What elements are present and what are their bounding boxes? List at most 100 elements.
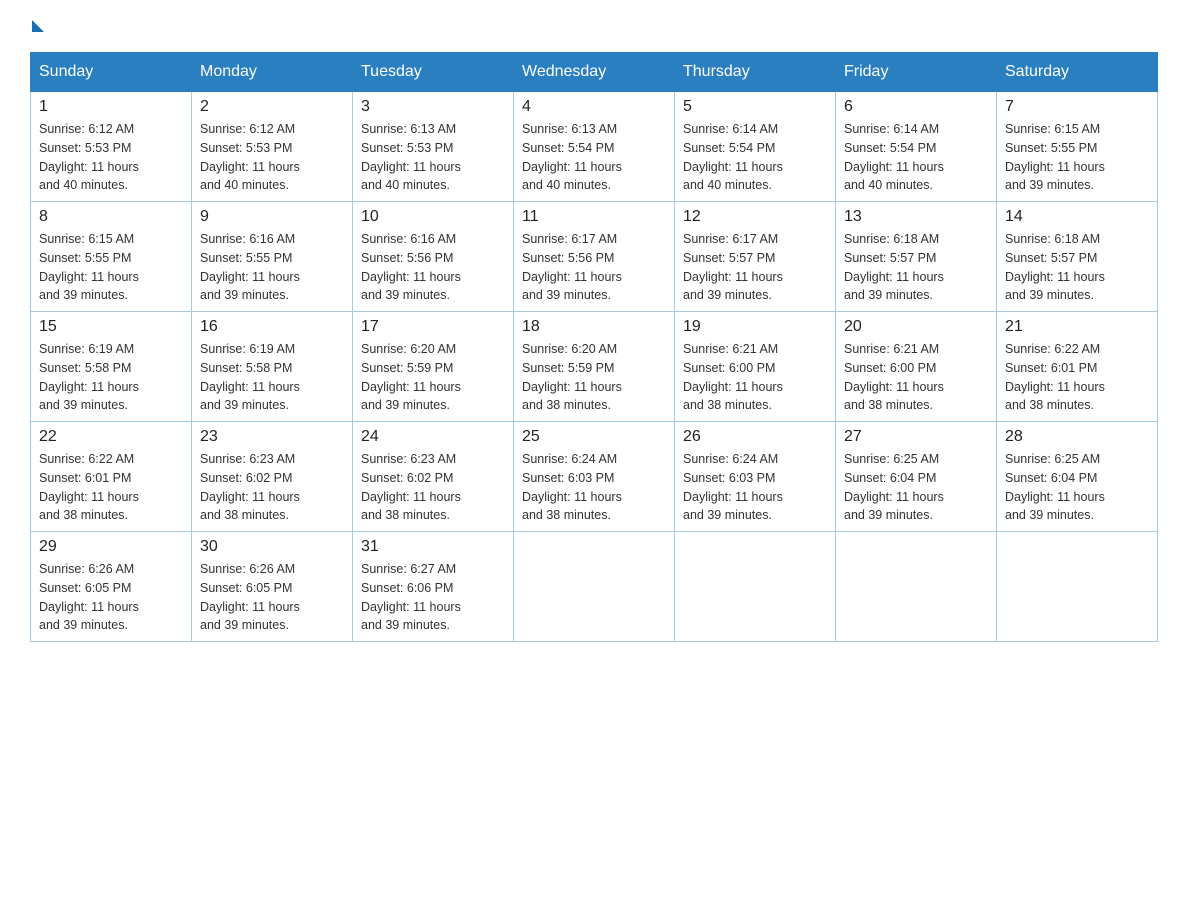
day-number: 22: [39, 428, 183, 446]
day-info: Sunrise: 6:23 AMSunset: 6:02 PMDaylight:…: [361, 450, 505, 525]
day-number: 31: [361, 538, 505, 556]
weekday-header-row: SundayMondayTuesdayWednesdayThursdayFrid…: [31, 53, 1158, 92]
calendar-cell: 28 Sunrise: 6:25 AMSunset: 6:04 PMDaylig…: [997, 422, 1158, 532]
calendar-cell: 17 Sunrise: 6:20 AMSunset: 5:59 PMDaylig…: [353, 312, 514, 422]
calendar-cell: 9 Sunrise: 6:16 AMSunset: 5:55 PMDayligh…: [192, 202, 353, 312]
calendar-cell: 27 Sunrise: 6:25 AMSunset: 6:04 PMDaylig…: [836, 422, 997, 532]
calendar-cell: 13 Sunrise: 6:18 AMSunset: 5:57 PMDaylig…: [836, 202, 997, 312]
calendar-cell: 24 Sunrise: 6:23 AMSunset: 6:02 PMDaylig…: [353, 422, 514, 532]
day-number: 26: [683, 428, 827, 446]
day-info: Sunrise: 6:24 AMSunset: 6:03 PMDaylight:…: [683, 450, 827, 525]
logo: [30, 20, 46, 32]
day-number: 9: [200, 208, 344, 226]
day-number: 21: [1005, 318, 1149, 336]
calendar-cell: 12 Sunrise: 6:17 AMSunset: 5:57 PMDaylig…: [675, 202, 836, 312]
day-info: Sunrise: 6:19 AMSunset: 5:58 PMDaylight:…: [200, 340, 344, 415]
calendar-cell: [997, 532, 1158, 642]
day-info: Sunrise: 6:22 AMSunset: 6:01 PMDaylight:…: [39, 450, 183, 525]
calendar-cell: 19 Sunrise: 6:21 AMSunset: 6:00 PMDaylig…: [675, 312, 836, 422]
day-number: 16: [200, 318, 344, 336]
calendar-week-row: 1 Sunrise: 6:12 AMSunset: 5:53 PMDayligh…: [31, 92, 1158, 202]
day-number: 17: [361, 318, 505, 336]
weekday-header-monday: Monday: [192, 53, 353, 92]
day-number: 1: [39, 98, 183, 116]
calendar-cell: 25 Sunrise: 6:24 AMSunset: 6:03 PMDaylig…: [514, 422, 675, 532]
calendar-cell: 3 Sunrise: 6:13 AMSunset: 5:53 PMDayligh…: [353, 92, 514, 202]
page-header: [30, 20, 1158, 32]
day-number: 29: [39, 538, 183, 556]
calendar-cell: 6 Sunrise: 6:14 AMSunset: 5:54 PMDayligh…: [836, 92, 997, 202]
day-number: 19: [683, 318, 827, 336]
day-number: 23: [200, 428, 344, 446]
calendar-cell: [514, 532, 675, 642]
day-info: Sunrise: 6:20 AMSunset: 5:59 PMDaylight:…: [522, 340, 666, 415]
day-info: Sunrise: 6:14 AMSunset: 5:54 PMDaylight:…: [844, 120, 988, 195]
calendar-week-row: 29 Sunrise: 6:26 AMSunset: 6:05 PMDaylig…: [31, 532, 1158, 642]
day-info: Sunrise: 6:16 AMSunset: 5:56 PMDaylight:…: [361, 230, 505, 305]
day-info: Sunrise: 6:23 AMSunset: 6:02 PMDaylight:…: [200, 450, 344, 525]
calendar-cell: 14 Sunrise: 6:18 AMSunset: 5:57 PMDaylig…: [997, 202, 1158, 312]
day-info: Sunrise: 6:26 AMSunset: 6:05 PMDaylight:…: [200, 560, 344, 635]
day-number: 14: [1005, 208, 1149, 226]
weekday-header-saturday: Saturday: [997, 53, 1158, 92]
day-number: 11: [522, 208, 666, 226]
weekday-header-thursday: Thursday: [675, 53, 836, 92]
day-info: Sunrise: 6:14 AMSunset: 5:54 PMDaylight:…: [683, 120, 827, 195]
calendar-cell: 18 Sunrise: 6:20 AMSunset: 5:59 PMDaylig…: [514, 312, 675, 422]
calendar-cell: 16 Sunrise: 6:19 AMSunset: 5:58 PMDaylig…: [192, 312, 353, 422]
day-info: Sunrise: 6:18 AMSunset: 5:57 PMDaylight:…: [844, 230, 988, 305]
calendar-cell: 29 Sunrise: 6:26 AMSunset: 6:05 PMDaylig…: [31, 532, 192, 642]
day-info: Sunrise: 6:19 AMSunset: 5:58 PMDaylight:…: [39, 340, 183, 415]
day-info: Sunrise: 6:12 AMSunset: 5:53 PMDaylight:…: [200, 120, 344, 195]
day-number: 12: [683, 208, 827, 226]
calendar-cell: 8 Sunrise: 6:15 AMSunset: 5:55 PMDayligh…: [31, 202, 192, 312]
calendar-cell: 21 Sunrise: 6:22 AMSunset: 6:01 PMDaylig…: [997, 312, 1158, 422]
logo-triangle-icon: [32, 20, 44, 32]
day-number: 28: [1005, 428, 1149, 446]
day-info: Sunrise: 6:25 AMSunset: 6:04 PMDaylight:…: [1005, 450, 1149, 525]
day-info: Sunrise: 6:12 AMSunset: 5:53 PMDaylight:…: [39, 120, 183, 195]
calendar-cell: 20 Sunrise: 6:21 AMSunset: 6:00 PMDaylig…: [836, 312, 997, 422]
day-info: Sunrise: 6:24 AMSunset: 6:03 PMDaylight:…: [522, 450, 666, 525]
calendar-cell: 2 Sunrise: 6:12 AMSunset: 5:53 PMDayligh…: [192, 92, 353, 202]
calendar-week-row: 8 Sunrise: 6:15 AMSunset: 5:55 PMDayligh…: [31, 202, 1158, 312]
day-info: Sunrise: 6:17 AMSunset: 5:56 PMDaylight:…: [522, 230, 666, 305]
day-info: Sunrise: 6:16 AMSunset: 5:55 PMDaylight:…: [200, 230, 344, 305]
calendar-cell: 22 Sunrise: 6:22 AMSunset: 6:01 PMDaylig…: [31, 422, 192, 532]
day-number: 25: [522, 428, 666, 446]
calendar-table: SundayMondayTuesdayWednesdayThursdayFrid…: [30, 52, 1158, 642]
day-info: Sunrise: 6:17 AMSunset: 5:57 PMDaylight:…: [683, 230, 827, 305]
day-info: Sunrise: 6:13 AMSunset: 5:53 PMDaylight:…: [361, 120, 505, 195]
day-number: 24: [361, 428, 505, 446]
weekday-header-friday: Friday: [836, 53, 997, 92]
weekday-header-tuesday: Tuesday: [353, 53, 514, 92]
day-number: 3: [361, 98, 505, 116]
day-number: 7: [1005, 98, 1149, 116]
day-info: Sunrise: 6:15 AMSunset: 5:55 PMDaylight:…: [1005, 120, 1149, 195]
day-info: Sunrise: 6:26 AMSunset: 6:05 PMDaylight:…: [39, 560, 183, 635]
calendar-cell: 15 Sunrise: 6:19 AMSunset: 5:58 PMDaylig…: [31, 312, 192, 422]
calendar-cell: [836, 532, 997, 642]
day-number: 2: [200, 98, 344, 116]
day-info: Sunrise: 6:13 AMSunset: 5:54 PMDaylight:…: [522, 120, 666, 195]
calendar-cell: [675, 532, 836, 642]
calendar-cell: 10 Sunrise: 6:16 AMSunset: 5:56 PMDaylig…: [353, 202, 514, 312]
weekday-header-sunday: Sunday: [31, 53, 192, 92]
day-number: 18: [522, 318, 666, 336]
day-info: Sunrise: 6:22 AMSunset: 6:01 PMDaylight:…: [1005, 340, 1149, 415]
calendar-week-row: 15 Sunrise: 6:19 AMSunset: 5:58 PMDaylig…: [31, 312, 1158, 422]
day-number: 13: [844, 208, 988, 226]
day-number: 27: [844, 428, 988, 446]
calendar-cell: 1 Sunrise: 6:12 AMSunset: 5:53 PMDayligh…: [31, 92, 192, 202]
day-number: 6: [844, 98, 988, 116]
calendar-cell: 5 Sunrise: 6:14 AMSunset: 5:54 PMDayligh…: [675, 92, 836, 202]
calendar-cell: 7 Sunrise: 6:15 AMSunset: 5:55 PMDayligh…: [997, 92, 1158, 202]
day-info: Sunrise: 6:27 AMSunset: 6:06 PMDaylight:…: [361, 560, 505, 635]
day-info: Sunrise: 6:15 AMSunset: 5:55 PMDaylight:…: [39, 230, 183, 305]
day-info: Sunrise: 6:25 AMSunset: 6:04 PMDaylight:…: [844, 450, 988, 525]
day-info: Sunrise: 6:21 AMSunset: 6:00 PMDaylight:…: [844, 340, 988, 415]
day-number: 5: [683, 98, 827, 116]
day-number: 30: [200, 538, 344, 556]
day-number: 4: [522, 98, 666, 116]
day-info: Sunrise: 6:20 AMSunset: 5:59 PMDaylight:…: [361, 340, 505, 415]
